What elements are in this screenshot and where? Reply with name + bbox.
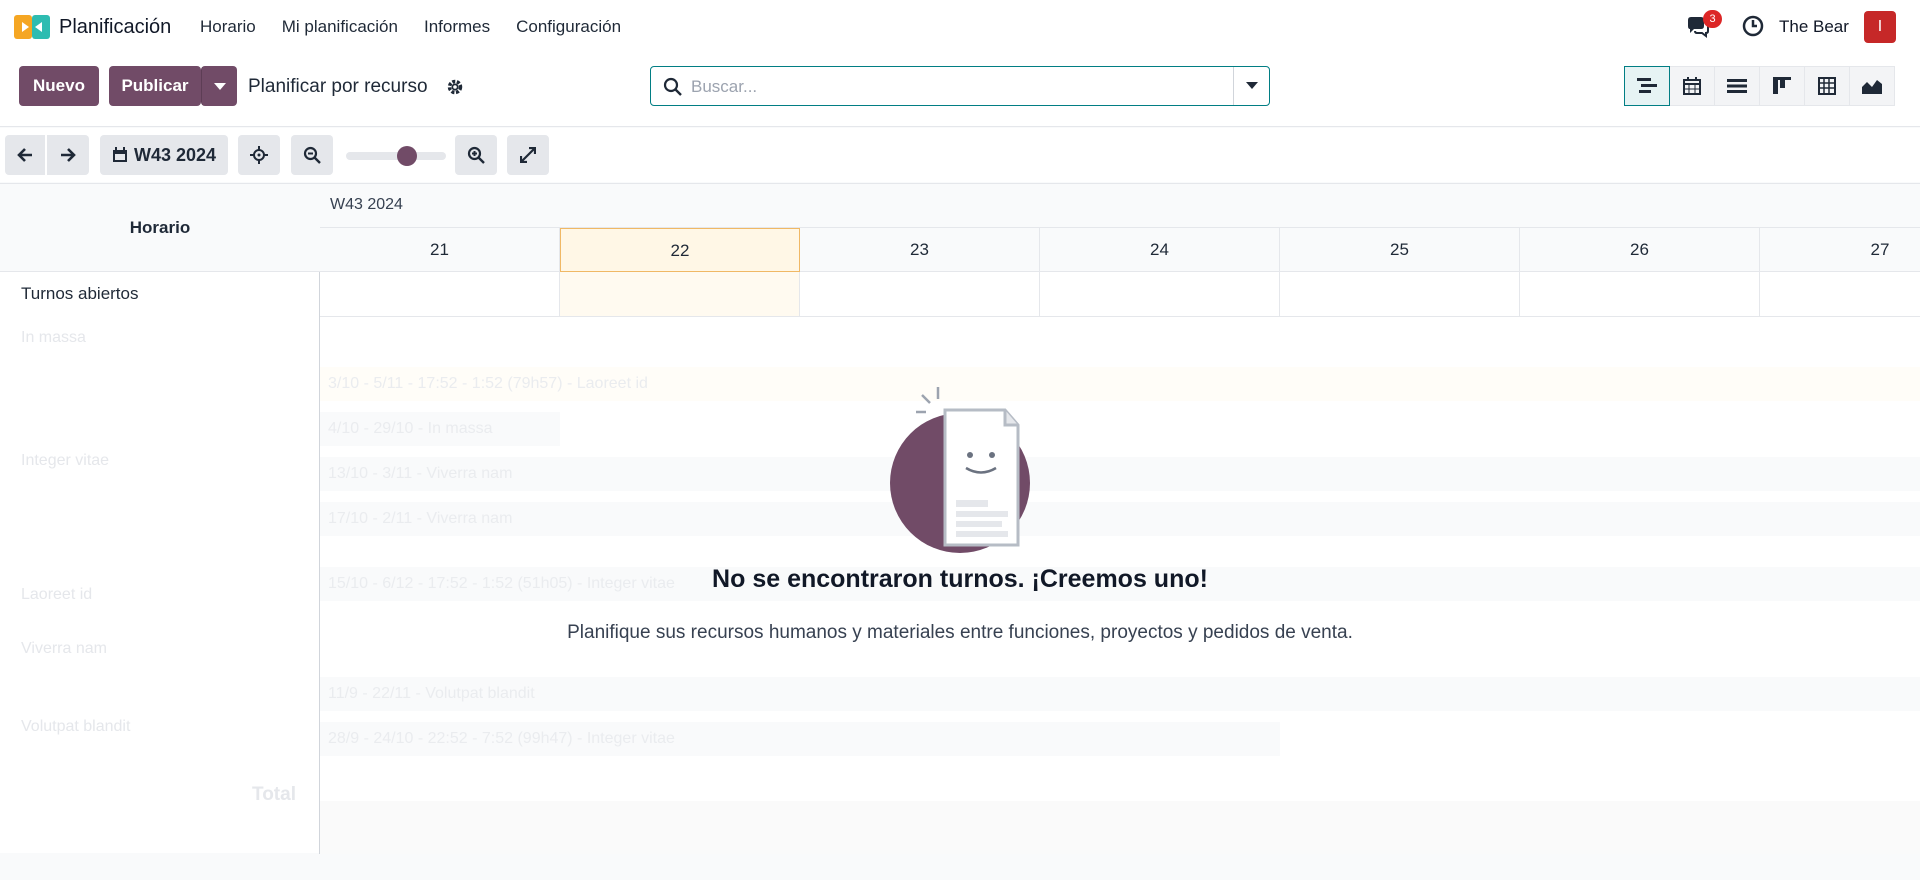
pivot-view-button[interactable]: [1804, 66, 1850, 106]
row-label-sample: Volutpat blandit: [21, 718, 131, 735]
menu-item-horario[interactable]: Horario: [200, 17, 256, 37]
previous-button[interactable]: [5, 135, 45, 175]
sample-shift-pill: 28/9 - 24/10 - 22:52 - 7:52 (99h47) - In…: [320, 722, 1280, 756]
day-header: 21: [320, 228, 560, 272]
open-shift-cell[interactable]: [1040, 272, 1280, 317]
new-button[interactable]: Nuevo: [19, 66, 99, 106]
row-header-title: Horario: [0, 184, 320, 272]
graph-icon: [1862, 80, 1882, 94]
gantt-icon: [1637, 78, 1657, 93]
list-view-button[interactable]: [1714, 66, 1760, 106]
search-bar: [650, 66, 1270, 106]
planning-logo-icon[interactable]: [14, 13, 50, 41]
open-shift-cell[interactable]: [560, 272, 800, 317]
open-shift-cell[interactable]: [1520, 272, 1760, 317]
calendar-icon: [1683, 77, 1701, 95]
empty-state-title: No se encontraron turnos. ¡Creemos uno!: [712, 565, 1208, 593]
gear-icon[interactable]: [446, 78, 464, 96]
arrow-left-icon: [17, 148, 32, 162]
publish-button[interactable]: Publicar: [109, 66, 201, 106]
total-row: [320, 801, 1920, 854]
zoom-in-icon: [467, 146, 485, 164]
publish-dropdown-button[interactable]: [201, 66, 237, 106]
open-shift-cell[interactable]: [800, 272, 1040, 317]
empty-state-subtitle: Planifique sus recursos humanos y materi…: [567, 622, 1353, 643]
zoom-slider[interactable]: [346, 152, 446, 160]
zoom-slider-handle[interactable]: [397, 146, 417, 166]
calendar-icon: [112, 147, 127, 162]
kanban-icon: [1773, 77, 1791, 94]
messages-badge: 3: [1703, 10, 1722, 28]
day-header: 23: [800, 228, 1040, 272]
total-label: Total: [252, 784, 296, 805]
row-label-sample: Viverra nam: [21, 640, 107, 657]
row-label-open-shifts[interactable]: Turnos abiertos: [21, 284, 138, 304]
sample-shift-pill: 13/10 - 3/11 - Viverra nam: [320, 457, 1920, 491]
day-header: 26: [1520, 228, 1760, 272]
sample-shift-pill: 11/9 - 22/11 - Volutpat blandit: [320, 677, 1920, 711]
caret-down-icon: [1246, 82, 1258, 89]
control-panel: Nuevo Publicar Planificar por recurso: [0, 55, 1920, 127]
calendar-view-button[interactable]: [1669, 66, 1715, 106]
row-label-sample: In massa: [21, 329, 86, 346]
open-shift-cell[interactable]: [1760, 272, 1920, 317]
week-header: W43 2024: [320, 184, 1920, 228]
day-header: 24: [1040, 228, 1280, 272]
row-label-sample: Integer vitae: [21, 452, 110, 469]
crosshair-icon: [250, 146, 268, 164]
zoom-out-icon: [303, 146, 321, 164]
view-switcher: [1624, 66, 1895, 106]
view-title: Planificar por recurso: [248, 76, 428, 97]
sample-shift-pill: 4/10 - 29/10 - In massa: [320, 412, 560, 446]
caret-down-icon: [213, 83, 226, 90]
search-icon: [663, 77, 682, 96]
user-name[interactable]: The Bear: [1779, 17, 1849, 37]
gantt-view-button[interactable]: [1624, 66, 1670, 106]
graph-view-button[interactable]: [1849, 66, 1895, 106]
next-button[interactable]: [47, 135, 89, 175]
sample-shift-pill: 3/10 - 5/11 - 17:52 - 1:52 (79h57) - Lao…: [320, 367, 1920, 401]
menu-item-informes[interactable]: Informes: [424, 17, 490, 37]
empty-document-illustration: [890, 387, 1030, 553]
kanban-view-button[interactable]: [1759, 66, 1805, 106]
search-input[interactable]: [691, 75, 1211, 99]
day-header-today: 22: [560, 228, 800, 272]
zoom-out-button[interactable]: [291, 135, 333, 175]
open-shift-cell[interactable]: [320, 272, 560, 317]
gantt-grid: W43 2024 21 22 23 24 25 26 27 3/10 - 5/1…: [320, 184, 1920, 854]
search-options-toggle[interactable]: [1233, 67, 1269, 105]
day-header: 25: [1280, 228, 1520, 272]
gantt-toolbar: W43 2024: [0, 128, 1920, 182]
sample-shift-pill: 17/10 - 2/11 - Viverra nam: [320, 502, 1920, 536]
expand-button[interactable]: [507, 135, 549, 175]
week-label: W43 2024: [133, 144, 217, 165]
row-label-sample: Laoreet id: [21, 586, 93, 603]
top-navbar: Planificación Horario Mi planificación I…: [0, 0, 1920, 55]
expand-icon: [520, 147, 536, 163]
day-header: 27: [1760, 228, 1920, 272]
clock-icon[interactable]: [1742, 15, 1764, 37]
pivot-icon: [1818, 77, 1836, 95]
list-icon: [1727, 79, 1747, 93]
today-button[interactable]: [238, 135, 280, 175]
week-picker-button[interactable]: W43 2024: [100, 135, 228, 175]
menu-item-mi-planificacion[interactable]: Mi planificación: [282, 17, 398, 37]
arrow-right-icon: [61, 148, 76, 162]
app-name[interactable]: Planificación: [59, 16, 171, 39]
open-shift-cell[interactable]: [1280, 272, 1520, 317]
menu-item-configuracion[interactable]: Configuración: [516, 17, 621, 37]
main-menu: Horario Mi planificación Informes Config…: [200, 17, 647, 37]
zoom-in-button[interactable]: [455, 135, 497, 175]
avatar[interactable]: I: [1864, 11, 1896, 43]
row-header-column: Horario Turnos abiertos In massa Integer…: [0, 184, 320, 854]
